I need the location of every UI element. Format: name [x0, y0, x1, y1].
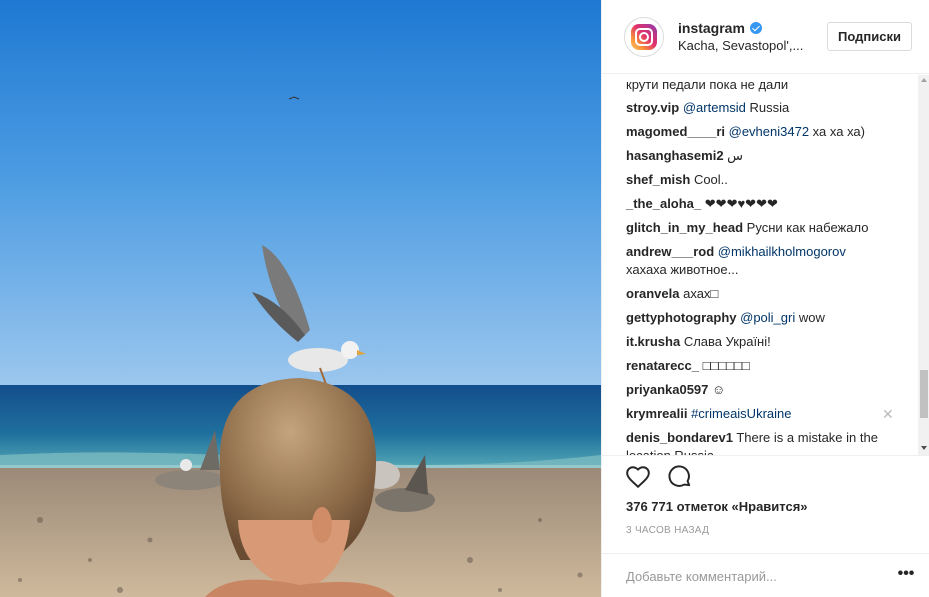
comment-text: ха ха ха) — [809, 124, 865, 139]
add-comment-section: ••• — [602, 553, 929, 597]
comment-mention[interactable]: @poli_gri — [740, 310, 795, 325]
comment-text: Русни как набежало — [746, 220, 869, 235]
heart-icon — [626, 466, 650, 489]
post-photo[interactable] — [0, 0, 601, 597]
comment-user[interactable]: gettyphotography — [626, 310, 737, 325]
comment-item: glitch_in_my_head Русни как набежало — [626, 219, 906, 237]
comment-item: krymrealii #crimeaisUkraine ✕ — [626, 405, 906, 423]
comment-user[interactable]: glitch_in_my_head — [626, 220, 743, 235]
comment-item: it.krusha Слава Україні! — [626, 333, 906, 351]
comment-user[interactable]: priyanka0597 — [626, 382, 708, 397]
following-button[interactable]: Подписки — [827, 22, 912, 51]
comment-text: ахах□ — [683, 286, 719, 301]
comment-hashtag[interactable]: #crimeaisUkraine — [691, 406, 791, 421]
comment-text: س — [727, 148, 744, 163]
beach-seagulls-image — [0, 0, 601, 597]
comment-item: priyanka0597 ☺ — [626, 381, 906, 399]
comment-text: ☺ — [712, 382, 726, 397]
comment-icon — [668, 465, 691, 487]
comment-text: □□□□□□ — [702, 358, 750, 373]
comment-item: oranvela ахах□ — [626, 285, 906, 303]
post-modal: instagram Kacha, Sevastopol',... Подписк… — [0, 0, 929, 597]
avatar[interactable] — [624, 17, 664, 57]
username-text[interactable]: instagram — [678, 20, 745, 36]
comment-mention[interactable]: @evheni3472 — [729, 124, 809, 139]
comment-user[interactable]: shef_mish — [626, 172, 690, 187]
comment-user[interactable]: hasanghasemi2 — [626, 148, 724, 163]
comment-item: renatarecc_ □□□□□□ — [626, 357, 906, 375]
comment-text: wow — [795, 310, 825, 325]
comment-text: Cool.. — [693, 172, 728, 187]
comment-user[interactable]: krymrealii — [626, 406, 687, 421]
post-actions: 376 771 отметок «Нравится» 3 ЧАСОВ НАЗАД… — [602, 455, 929, 597]
comment-user[interactable]: it.krusha — [626, 334, 680, 349]
comment-user[interactable]: _the_aloha_ — [626, 196, 701, 211]
post-timestamp: 3 ЧАСОВ НАЗАД — [626, 525, 710, 536]
comment-user[interactable]: andrew___rod — [626, 244, 714, 259]
comment-item: shef_mish Cool.. — [626, 171, 906, 189]
comment-text: Russia — [745, 100, 790, 115]
add-comment-input[interactable] — [626, 566, 876, 586]
scroll-up-arrow-icon[interactable] — [921, 78, 927, 82]
comments-scrollbar[interactable] — [918, 75, 929, 455]
comment-item: andrew___rod @mikhailkholmogorov хахаха … — [626, 243, 906, 279]
comment-user[interactable]: denis_bondarev1 — [626, 430, 733, 445]
comment-user[interactable]: stroy.vip — [626, 100, 679, 115]
comment-item: gettyphotography @poli_gri wow — [626, 309, 906, 327]
post-location[interactable]: Kacha, Sevastopol',... — [678, 38, 803, 53]
comment-text: Слава Україні! — [683, 334, 771, 349]
comment-item: denis_bondarev1 There is a mistake in th… — [626, 429, 906, 455]
comments-list: крути педали пока не дали stroy.vip @art… — [602, 75, 918, 455]
post-header: instagram Kacha, Sevastopol',... Подписк… — [602, 0, 929, 74]
scrollbar-thumb[interactable] — [920, 370, 928, 418]
post-side-panel: instagram Kacha, Sevastopol',... Подписк… — [601, 0, 929, 597]
comment-item: _the_aloha_ ❤❤❤♥❤❤❤ — [626, 195, 906, 213]
more-options-button[interactable]: ••• — [896, 564, 916, 584]
comment-mention[interactable]: @artemsid — [683, 100, 746, 115]
comment-mention[interactable]: @mikhailkholmogorov — [718, 244, 846, 259]
comment-text: хахаха животное... — [626, 262, 739, 277]
comment-item: magomed____ri @evheni3472 ха ха ха) — [626, 123, 906, 141]
comment-text: ❤❤❤♥❤❤❤ — [704, 196, 778, 211]
comment-item: stroy.vip @artemsid Russia — [626, 99, 906, 117]
comment-user[interactable]: renatarecc_ — [626, 358, 699, 373]
verified-badge-icon — [749, 22, 762, 34]
comment-text: крути педали пока не дали — [626, 77, 789, 92]
scroll-down-arrow-icon[interactable] — [921, 446, 927, 450]
comment-item: крути педали пока не дали — [626, 76, 906, 94]
comment-item: hasanghasemi2 س — [626, 147, 906, 165]
instagram-logo-icon — [631, 24, 657, 50]
comment-user[interactable]: oranvela — [626, 286, 679, 301]
post-username[interactable]: instagram — [678, 20, 762, 36]
likes-count[interactable]: 376 771 отметок «Нравится» — [626, 499, 808, 514]
comment-user[interactable]: magomed____ri — [626, 124, 725, 139]
like-button[interactable] — [624, 464, 652, 492]
close-icon[interactable]: ✕ — [882, 405, 894, 423]
comment-button[interactable] — [666, 464, 694, 492]
